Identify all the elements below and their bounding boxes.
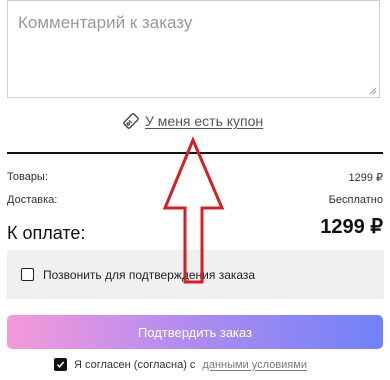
terms-link[interactable]: данными условиями bbox=[202, 359, 307, 371]
checkout-panel: У меня есть купон Товары: 1299 ₽ Доставк… bbox=[0, 0, 390, 380]
section-divider bbox=[7, 152, 383, 154]
resize-grip-icon[interactable] bbox=[369, 87, 377, 95]
total-value: 1299 ₽ bbox=[320, 216, 383, 238]
total-label: К оплате: bbox=[7, 223, 86, 243]
goods-value: 1299 ₽ bbox=[348, 172, 383, 184]
callback-option[interactable]: Позвонить для подтверждения заказа bbox=[7, 250, 384, 299]
checkmark-icon bbox=[56, 361, 65, 369]
agreement-text: Я согласен (согласна) с bbox=[74, 358, 196, 371]
agreement-checkbox[interactable] bbox=[54, 358, 67, 371]
agreement-row: Я согласен (согласна) с данными условиям… bbox=[54, 358, 307, 371]
goods-label: Товары: bbox=[7, 171, 48, 183]
coupon-link[interactable]: У меня есть купон bbox=[122, 112, 263, 130]
callback-checkbox[interactable] bbox=[21, 268, 34, 281]
order-comment-input[interactable] bbox=[8, 1, 379, 97]
coupon-tag-icon bbox=[123, 113, 139, 129]
goods-row: Товары: 1299 ₽ bbox=[7, 171, 383, 184]
confirm-order-button[interactable]: Подтвердить заказ bbox=[7, 315, 383, 349]
delivery-row: Доставка: Бесплатно bbox=[7, 194, 383, 206]
coupon-label[interactable]: У меня есть купон bbox=[145, 113, 263, 129]
total-row: К оплате: 1299 ₽ bbox=[7, 214, 383, 243]
callback-label: Позвонить для подтверждения заказа bbox=[43, 267, 256, 282]
order-comment-box[interactable] bbox=[7, 0, 380, 98]
delivery-label: Доставка: bbox=[7, 194, 58, 206]
delivery-value: Бесплатно bbox=[328, 194, 383, 206]
